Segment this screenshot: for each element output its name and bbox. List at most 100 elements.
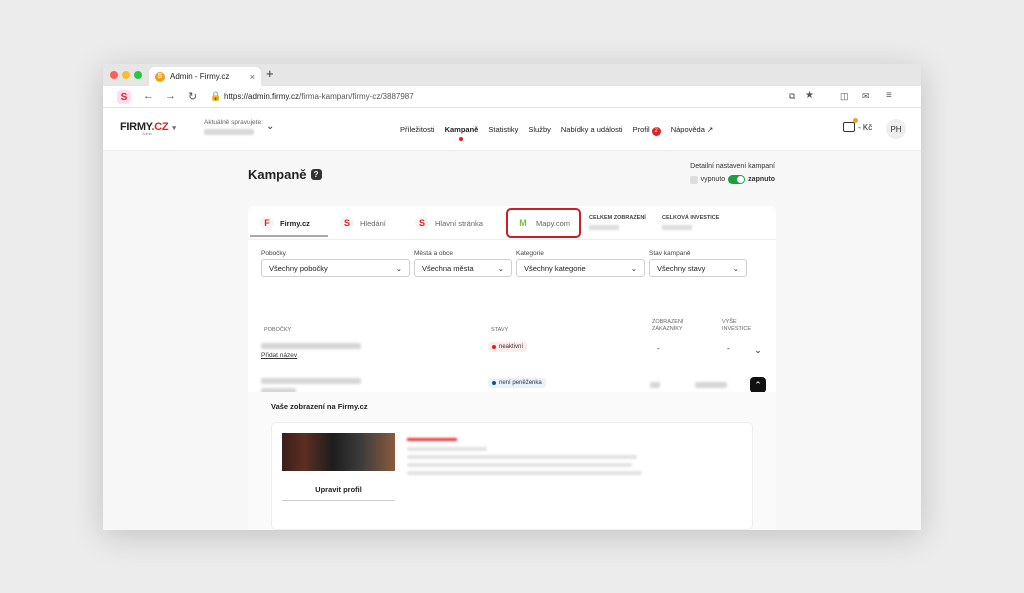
minimize-window-icon[interactable] [122, 71, 130, 79]
firmy-logo[interactable]: FIRMY.CZ ▾ Admin [120, 121, 176, 136]
wallet[interactable]: - Kč [843, 118, 872, 132]
stat-investice-label: CELKOVÁ INVESTICE [662, 215, 720, 221]
logo-suffix: .CZ [151, 121, 169, 133]
info-icon[interactable] [689, 175, 698, 184]
profile-line [407, 471, 642, 475]
chevron-down-icon: ⌄ [732, 263, 739, 273]
filter-stav: Stav kampaně Všechny stavy ⌄ [649, 250, 747, 277]
firmy-icon: F [260, 216, 274, 230]
profile-name: ▬▬▬▬▬ [407, 433, 457, 444]
page-title: Kampaně ? [248, 167, 322, 182]
profile-description [407, 447, 647, 479]
filter-pobocky: Pobočky Všechny pobočky ⌄ [261, 250, 410, 277]
nav-profil-label: Profil [632, 125, 650, 134]
pobocky-select[interactable]: Všechny pobočky ⌄ [261, 259, 410, 277]
avatar[interactable]: PH [886, 119, 906, 139]
chevron-down-icon: ⌄ [497, 263, 504, 273]
seznam-icon[interactable]: S [117, 90, 131, 104]
nav-prilezitosti[interactable]: Příležitosti [400, 125, 435, 136]
menu-icon[interactable]: ≡ [886, 90, 892, 101]
nav-napoveda-label: Nápověda [670, 125, 705, 134]
branch-name [261, 343, 361, 349]
manager-name [204, 129, 254, 135]
stav-select[interactable]: Všechny stavy ⌄ [649, 259, 747, 277]
url-input[interactable]: https://admin.firmy.cz/firma-kampan/firm… [224, 92, 414, 101]
external-link-icon: ↗ [706, 125, 714, 134]
col-pobocky: POBOČKY [264, 327, 292, 333]
browser-tab[interactable]: S Admin - Firmy.cz × [149, 67, 261, 86]
col-stavy: STAVY [491, 327, 509, 333]
translate-icon[interactable]: ⧉ [789, 91, 795, 102]
nav-nabidky[interactable]: Nabídky a události [561, 125, 623, 136]
profile-line [407, 463, 632, 467]
detail-toggle[interactable] [728, 175, 746, 184]
stav-value: Všechny stavy [657, 263, 706, 273]
reload-icon[interactable]: ↻ [188, 90, 197, 103]
nav-sluzby[interactable]: Služby [528, 125, 551, 136]
add-name-link[interactable]: Přidat název [261, 352, 297, 359]
back-icon[interactable]: ← [143, 90, 154, 102]
preview-section: Vaše zobrazení na Firmy.cz ▬▬▬▬▬ Upravit… [248, 392, 776, 530]
preview-title: Vaše zobrazení na Firmy.cz [271, 402, 368, 411]
close-window-icon[interactable] [110, 71, 118, 79]
status-text: neaktivní [499, 344, 524, 350]
nav-profil[interactable]: Profil 2 [633, 125, 661, 136]
tab-firmy[interactable]: F Firmy.cz [250, 216, 328, 237]
row-zobrazeni: - [657, 344, 660, 353]
favicon-icon: S [155, 71, 165, 82]
edit-profile-button[interactable]: Upravit profil [282, 479, 395, 501]
chevron-up-icon[interactable]: ⌃ [750, 377, 766, 393]
chevron-down-icon[interactable]: ⌄ [266, 121, 274, 132]
profile-line [407, 455, 637, 459]
tab-hlavni[interactable]: S Hlavní stránka [415, 216, 483, 230]
profil-badge: 2 [651, 127, 661, 136]
nav-kampane[interactable]: Kampaně [445, 125, 478, 141]
campaign-card: F Firmy.cz S Hledání S Hlavní stránka M … [248, 206, 776, 530]
toggle-off-label: vypnuto [700, 176, 726, 183]
app-header: FIRMY.CZ ▾ Admin Aktuálně spravujete: ⌄ P… [103, 108, 921, 151]
maximize-window-icon[interactable] [134, 71, 142, 79]
nav-napoveda[interactable]: Nápověda ↗ [671, 125, 714, 136]
seznam-icon: S [340, 216, 354, 230]
chevron-down-icon: ⌄ [395, 263, 402, 273]
page-title-text: Kampaně [248, 167, 307, 182]
col-investice: VÝŠE INVESTICE [722, 319, 752, 332]
new-tab-button[interactable]: + [266, 66, 274, 81]
kategorie-select[interactable]: Všechny kategorie ⌄ [516, 259, 645, 277]
stat-zobrazeni: CELKEM ZOBRAZENÍ [589, 215, 646, 230]
tab-hlavni-label: Hlavní stránka [435, 218, 483, 228]
mesta-select[interactable]: Všechna města ⌄ [414, 259, 512, 277]
status-text: není peněženka [499, 380, 542, 386]
status-badge: neaktivní [488, 342, 528, 352]
mapy-highlight [506, 208, 581, 238]
tab-hledani-label: Hledání [360, 218, 386, 228]
row-zobrazeni [650, 382, 660, 388]
chevron-down-icon[interactable]: ▾ [172, 125, 176, 132]
chevron-down-icon[interactable]: ⌄ [750, 342, 766, 358]
filter-kategorie: Kategorie Všechny kategorie ⌄ [516, 250, 645, 277]
tab-firmy-label: Firmy.cz [280, 218, 310, 228]
col-zobrazeni: ZOBRAZENÍ ZÁKAZNÍKY [652, 319, 684, 332]
stat-zobrazeni-value [589, 225, 619, 230]
bookmark-star-icon[interactable]: ★ [805, 90, 814, 101]
row-investice [695, 382, 727, 388]
help-icon[interactable]: ? [310, 169, 322, 180]
forward-icon[interactable]: → [165, 90, 176, 102]
filter-mesta: Města a obce Všechna města ⌄ [414, 250, 512, 277]
stat-investice-value [662, 225, 692, 230]
browser-window: S Admin - Firmy.cz × + S ← → ↻ 🔒 https:/… [103, 64, 921, 530]
mail-icon[interactable]: ✉ [862, 91, 870, 102]
close-tab-icon[interactable]: × [250, 72, 255, 82]
manager-selector[interactable]: Aktuálně spravujete: [204, 119, 263, 135]
tab-hledani[interactable]: S Hledání [340, 216, 386, 230]
sidebar-icon[interactable]: ◫ [840, 91, 849, 102]
status-dot-icon [492, 345, 496, 349]
profile-photo [282, 433, 395, 471]
filter-pobocky-label: Pobočky [261, 250, 286, 257]
tab-title: Admin - Firmy.cz [170, 72, 230, 81]
profile-line [407, 447, 487, 451]
nav-statistiky[interactable]: Statistiky [488, 125, 518, 136]
branch-name [261, 378, 361, 384]
kategorie-value: Všechny kategorie [524, 263, 586, 273]
manager-label: Aktuálně spravujete: [204, 119, 263, 126]
